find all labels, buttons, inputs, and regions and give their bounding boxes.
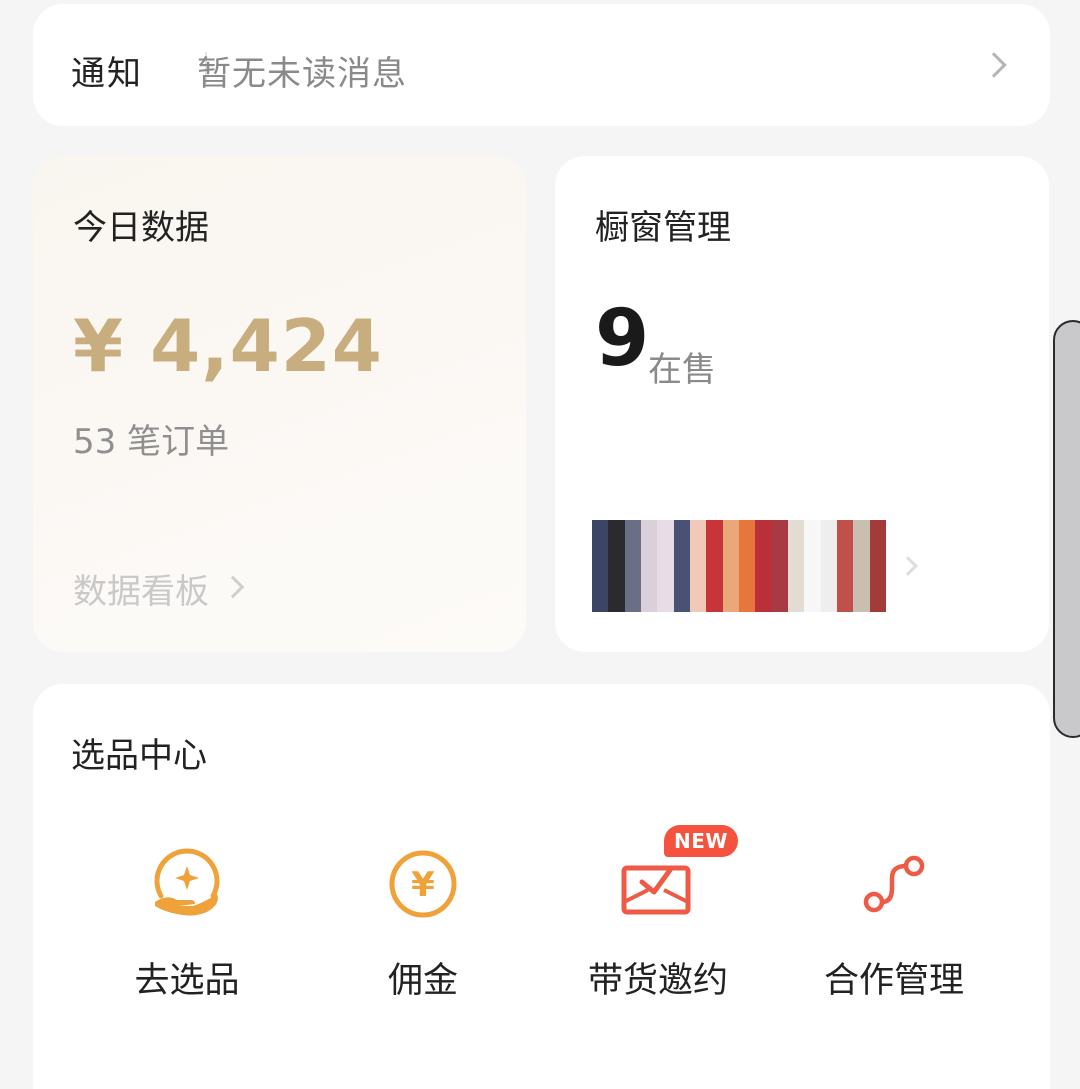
route-icon — [863, 855, 925, 913]
notice-bar[interactable]: 通知 暂无未读消息 — [33, 4, 1050, 126]
today-data-title: 今日数据 — [73, 208, 209, 248]
today-order-count: 53 笔订单 — [73, 422, 230, 462]
cooperation-management-button[interactable]: 合作管理 — [794, 844, 994, 1003]
chevron-right-icon — [981, 52, 1007, 78]
commission-button[interactable]: ¥ 佣金 — [323, 844, 523, 1003]
showcase-title: 橱窗管理 — [595, 208, 731, 248]
notice-title: 通知 — [71, 54, 143, 94]
commission-label: 佣金 — [387, 961, 458, 1001]
on-sale-label: 在售 — [648, 350, 716, 390]
yuan-coin-icon: ¥ — [389, 850, 457, 918]
today-data-card[interactable]: 今日数据 ¥ 4,424 53 笔订单 数据看板 — [33, 156, 526, 652]
product-thumbnail[interactable] — [592, 520, 690, 612]
chevron-right-icon — [221, 575, 245, 599]
data-dashboard-link[interactable]: 数据看板 — [73, 564, 209, 613]
on-sale-count: 9 — [595, 294, 650, 384]
notice-message: 暂无未读消息 — [197, 54, 407, 94]
hand-star-icon — [154, 848, 220, 916]
side-scroll-handle[interactable] — [1053, 320, 1080, 738]
go-select-label: 去选品 — [134, 961, 240, 1001]
sales-invitation-button[interactable]: NEW 带货邀约 — [558, 825, 758, 1003]
new-badge: NEW — [664, 825, 738, 857]
product-thumbnail[interactable] — [788, 520, 886, 612]
selection-center-title: 选品中心 — [71, 736, 207, 776]
selection-center-card: 选品中心 去选品 ¥ 佣金 NEW 带货邀约 合作管理 — [33, 684, 1050, 1089]
chevron-right-icon — [898, 556, 918, 576]
cooperation-management-label: 合作管理 — [823, 961, 964, 1001]
product-thumbnail[interactable] — [690, 520, 788, 612]
showcase-card[interactable]: 橱窗管理 9 在售 — [555, 156, 1049, 652]
today-sales-amount: ¥ 4,424 — [73, 304, 383, 388]
svg-text:¥: ¥ — [411, 865, 435, 905]
go-select-button[interactable]: 去选品 — [87, 844, 287, 1003]
product-thumbnails[interactable] — [592, 520, 886, 612]
sales-invitation-label: 带货邀约 — [587, 961, 728, 1001]
